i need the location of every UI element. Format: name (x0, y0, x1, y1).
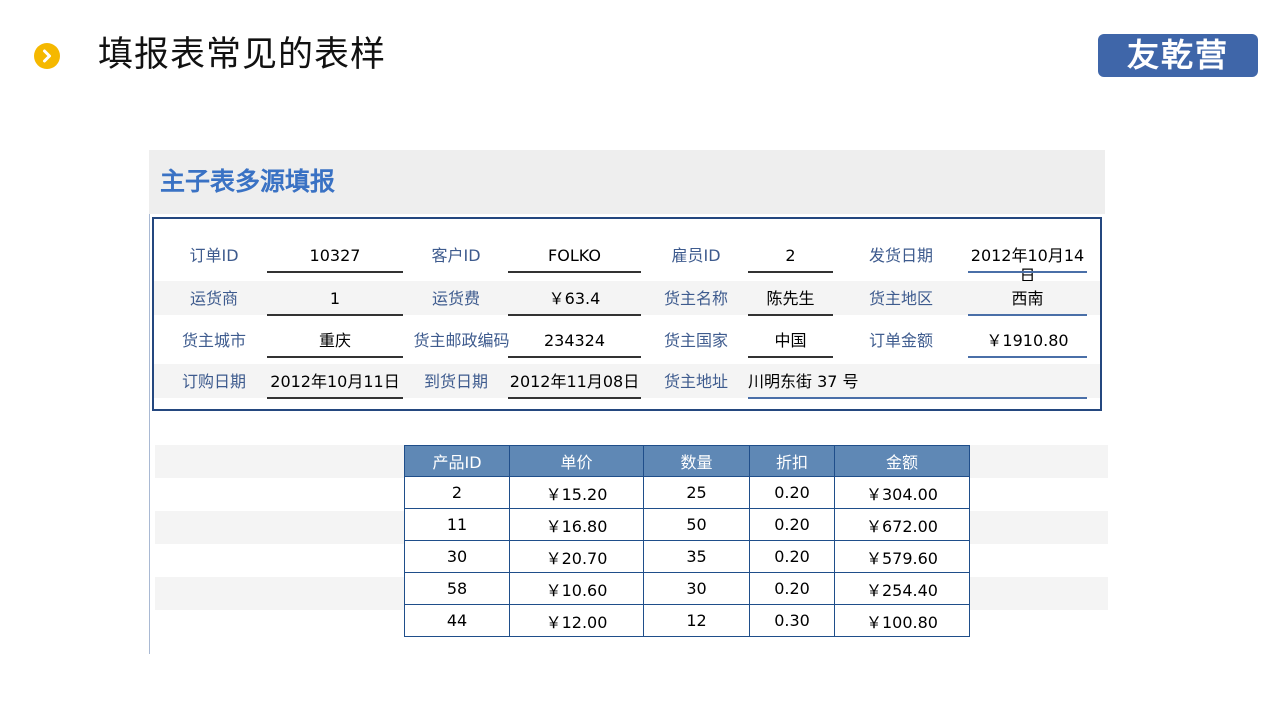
ship-date-field[interactable]: 2012年10月14日 (968, 246, 1087, 286)
form-row: 运货商 1 运货费 ￥63.4 货主名称 陈先生 货主地区 西南 (154, 281, 1100, 316)
table-header-row: 产品ID 单价 数量 折扣 金额 (404, 445, 970, 477)
field-underline (968, 356, 1087, 358)
column-header: 数量 (643, 445, 750, 477)
employee-id-field[interactable]: 2 (748, 246, 833, 266)
bullet-chevron-icon (34, 43, 60, 69)
chevron-right-icon (43, 49, 51, 63)
table-cell[interactable]: ￥15.20 (509, 476, 644, 509)
table-cell[interactable]: 30 (404, 540, 510, 573)
field-label: 货主城市 (181, 331, 246, 350)
report-panel: 主子表多源填报 订单ID 10327 客户ID FOLKO 雇员ID 2 发货日… (149, 150, 1108, 655)
field-label: 订单ID (189, 246, 239, 265)
table-cell[interactable]: ￥304.00 (834, 476, 970, 509)
table-cell[interactable]: ￥10.60 (509, 572, 644, 605)
table-cell[interactable]: ￥100.80 (834, 604, 970, 637)
field-label: 货主地址 (663, 372, 728, 391)
table-cell[interactable]: ￥16.80 (509, 508, 644, 541)
field-label: 订单金额 (868, 331, 933, 350)
panel-left-rule (149, 214, 150, 654)
form-row: 订单ID 10327 客户ID FOLKO 雇员ID 2 发货日期 2012年1… (154, 238, 1100, 285)
field-underline (748, 397, 1087, 399)
table-cell[interactable]: ￥672.00 (834, 508, 970, 541)
field-underline (267, 271, 403, 273)
table-row: 58 ￥10.60 30 0.20 ￥254.40 (404, 572, 970, 605)
column-header: 单价 (509, 445, 644, 477)
column-header: 折扣 (749, 445, 835, 477)
customer-id-field[interactable]: FOLKO (508, 246, 641, 266)
slide-title: 填报表常见的表样 (98, 35, 387, 75)
table-cell[interactable]: 0.20 (749, 508, 835, 541)
order-amount-field[interactable]: ￥1910.80 (968, 331, 1087, 351)
field-underline (508, 397, 641, 399)
table-cell[interactable]: 35 (643, 540, 750, 573)
table-row: 44 ￥12.00 12 0.30 ￥100.80 (404, 604, 970, 637)
field-label: 货主国家 (663, 331, 728, 350)
field-underline (748, 314, 833, 316)
table-cell[interactable]: ￥20.70 (509, 540, 644, 573)
table-cell[interactable]: 30 (643, 572, 750, 605)
table-cell[interactable]: 11 (404, 508, 510, 541)
ship-country-field[interactable]: 中国 (748, 331, 833, 351)
field-label: 货主邮政编码 (413, 331, 510, 350)
table-cell[interactable]: 25 (643, 476, 750, 509)
field-label: 运货费 (431, 289, 480, 308)
shipper-field[interactable]: 1 (267, 289, 403, 309)
required-date-field[interactable]: 2012年11月08日 (508, 372, 641, 392)
detail-table: 产品ID 单价 数量 折扣 金额 2 ￥15.20 25 0.20 ￥304.0… (404, 445, 970, 637)
field-label: 货主地区 (868, 289, 933, 308)
table-row: 11 ￥16.80 50 0.20 ￥672.00 (404, 508, 970, 541)
field-label: 到货日期 (423, 372, 488, 391)
form-row: 货主城市 重庆 货主邮政编码 234324 货主国家 中国 订单金额 ￥1910… (154, 323, 1100, 358)
table-cell[interactable]: ￥579.60 (834, 540, 970, 573)
table-cell[interactable]: 2 (404, 476, 510, 509)
table-cell[interactable]: 58 (404, 572, 510, 605)
report-title: 主子表多源填报 (160, 167, 336, 196)
column-header: 金额 (834, 445, 970, 477)
form-row: 订购日期 2012年10月11日 到货日期 2012年11月08日 货主地址 川… (154, 364, 1100, 399)
ship-city-field[interactable]: 重庆 (267, 331, 403, 351)
table-cell[interactable]: 0.30 (749, 604, 835, 637)
ship-postal-code-field[interactable]: 234324 (508, 331, 641, 351)
table-cell[interactable]: 12 (643, 604, 750, 637)
table-row: 30 ￥20.70 35 0.20 ￥579.60 (404, 540, 970, 573)
order-id-field[interactable]: 10327 (267, 246, 403, 266)
table-cell[interactable]: 0.20 (749, 540, 835, 573)
report-header: 主子表多源填报 (149, 150, 1105, 214)
field-label: 雇员ID (671, 246, 721, 265)
field-underline (968, 271, 1087, 273)
field-underline (968, 314, 1087, 316)
field-underline (748, 356, 833, 358)
column-header: 产品ID (404, 445, 510, 477)
table-cell[interactable]: 0.20 (749, 572, 835, 605)
table-cell[interactable]: 0.20 (749, 476, 835, 509)
field-label: 货主名称 (663, 289, 728, 308)
field-label: 订购日期 (181, 372, 246, 391)
field-label: 运货商 (189, 289, 238, 308)
field-underline (267, 356, 403, 358)
table-cell[interactable]: 44 (404, 604, 510, 637)
field-underline (267, 397, 403, 399)
table-cell[interactable]: 50 (643, 508, 750, 541)
brand-logo: 友乾营 (1098, 34, 1258, 77)
field-underline (508, 271, 641, 273)
field-underline (267, 314, 403, 316)
field-underline (508, 314, 641, 316)
ship-address-field[interactable]: 川明东街 37 号 (748, 372, 1087, 392)
table-cell[interactable]: ￥254.40 (834, 572, 970, 605)
table-cell[interactable]: ￥12.00 (509, 604, 644, 637)
ship-region-field[interactable]: 西南 (968, 289, 1087, 309)
master-form: 订单ID 10327 客户ID FOLKO 雇员ID 2 发货日期 2012年1… (152, 217, 1102, 411)
order-date-field[interactable]: 2012年10月11日 (267, 372, 403, 392)
field-label: 发货日期 (868, 246, 933, 265)
ship-name-field[interactable]: 陈先生 (748, 289, 833, 309)
field-underline (508, 356, 641, 358)
field-underline (748, 271, 833, 273)
field-label: 客户ID (431, 246, 481, 265)
freight-field[interactable]: ￥63.4 (508, 289, 641, 309)
table-row: 2 ￥15.20 25 0.20 ￥304.00 (404, 476, 970, 509)
